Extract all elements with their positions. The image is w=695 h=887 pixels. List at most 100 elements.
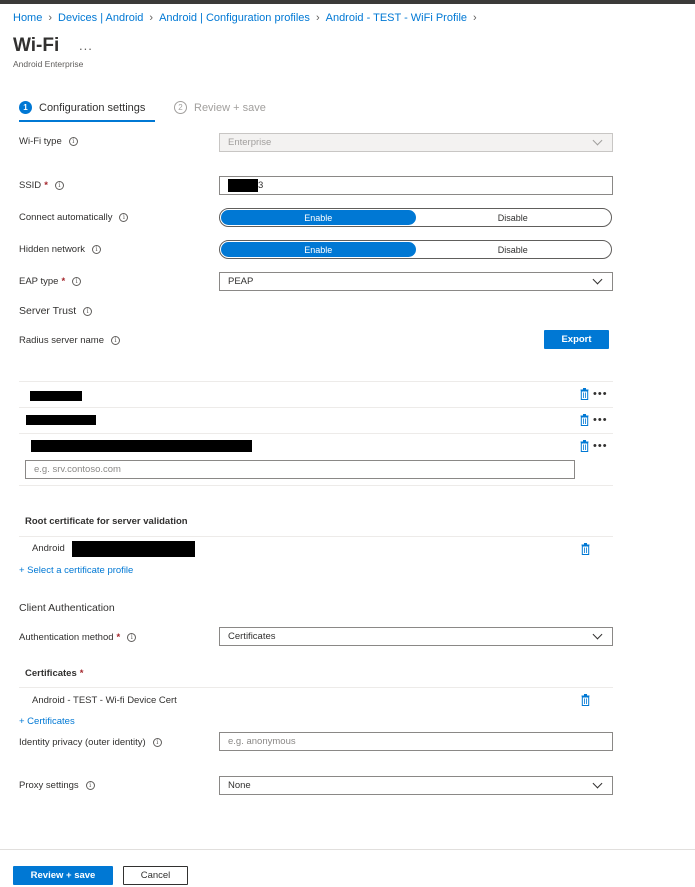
row-actions: ••• [580,414,608,426]
page-title: Wi-Fi [13,35,60,56]
cancel-button[interactable]: Cancel [123,866,188,885]
chevron-down-icon [592,274,603,285]
list-item: ••• [19,434,613,459]
certificates-heading: Certificates * [25,668,83,679]
info-icon[interactable]: i [119,213,129,222]
breadcrumb-home[interactable]: Home [13,12,42,24]
export-button[interactable]: Export [544,330,609,349]
info-icon[interactable]: i [72,277,82,286]
chevron-right-icon: › [149,12,154,24]
info-icon[interactable]: i [127,633,137,642]
step-number: 2 [174,101,187,114]
review-save-button[interactable]: Review + save [13,866,113,885]
wifi-type-value: Enterprise [228,137,272,148]
info-icon[interactable]: i [92,245,102,254]
eap-type-label-text: EAP type [19,276,59,287]
ssid-input[interactable]: 3 [219,176,613,195]
info-icon[interactable]: i [85,781,95,790]
step-label: Review + save [194,101,266,114]
redacted-text [30,391,82,401]
ssid-value: 3 [258,180,264,191]
step-review-save[interactable]: 2 Review + save [174,101,266,114]
more-icon[interactable]: ••• [593,440,608,452]
more-icon[interactable]: ••• [593,388,608,400]
enable-option[interactable]: Enable [221,242,416,257]
disable-option[interactable]: Disable [416,242,611,257]
info-icon[interactable]: i [83,306,93,316]
identity-privacy-label-text: Identity privacy (outer identity) [19,737,146,748]
radius-server-input[interactable]: e.g. srv.contoso.com [25,460,575,479]
proxy-settings-select[interactable]: None [219,776,613,795]
radius-server-placeholder: e.g. srv.contoso.com [34,464,121,475]
breadcrumb-config-profiles[interactable]: Android | Configuration profiles [159,12,310,24]
breadcrumb: Home › Devices | Android › Android | Configu… [13,12,483,24]
trash-icon[interactable] [580,388,589,400]
breadcrumb-wifi-profile[interactable]: Android - TEST - WiFi Profile [326,12,467,24]
radius-server-name-label-text: Radius server name [19,335,105,346]
chevron-right-icon: › [48,12,53,24]
add-certificates-link[interactable]: + Certificates [19,716,75,727]
client-authentication-heading: Client Authentication [19,602,115,614]
more-icon[interactable]: ... [79,38,93,53]
active-step-indicator [19,120,155,122]
root-cert-row-label: Android [32,543,65,554]
row-actions: ••• [580,440,608,452]
server-trust-text: Server Trust [19,305,77,317]
identity-privacy-label: Identity privacy (outer identity) i [19,737,162,748]
wifi-type-label-text: Wi-Fi type [19,136,62,147]
enable-option[interactable]: Enable [221,210,416,225]
divider [19,485,613,486]
table-row: Android [19,537,613,563]
hidden-network-toggle[interactable]: Enable Disable [219,240,612,259]
breadcrumb-devices-android[interactable]: Devices | Android [58,12,143,24]
redacted-text [31,440,252,452]
proxy-settings-label: Proxy settings i [19,780,95,791]
info-icon[interactable]: i [68,137,78,146]
hidden-network-label: Hidden network i [19,244,102,255]
connect-automatically-label: Connect automatically i [19,212,129,223]
ssid-label-text: SSID [19,180,42,191]
chevron-right-icon: › [315,12,320,24]
trash-icon[interactable] [581,543,695,555]
authentication-method-label: Authentication method * i [19,632,137,643]
eap-type-label: EAP type * i [19,276,82,287]
info-icon[interactable]: i [111,336,121,345]
radius-server-name-label: Radius server name i [19,335,121,346]
row-actions: ••• [580,388,608,400]
authentication-method-select[interactable]: Certificates [219,627,613,646]
wifi-type-label: Wi-Fi type i [19,136,78,147]
hidden-network-label-text: Hidden network [19,244,86,255]
server-trust-heading: Server Trust i [19,305,93,317]
authentication-method-value: Certificates [228,631,276,642]
eap-type-value: PEAP [228,276,254,287]
disable-option[interactable]: Disable [416,210,611,225]
info-icon[interactable]: i [152,738,162,747]
trash-icon[interactable] [580,414,589,426]
redacted-text [72,541,195,557]
table-row: Android - TEST - Wi-fi Device Cert [19,688,613,713]
required-marker: * [44,180,48,191]
certificate-row-label: Android - TEST - Wi-fi Device Cert [32,695,177,706]
wifi-type-select: Enterprise [219,133,613,152]
eap-type-select[interactable]: PEAP [219,272,613,291]
required-marker: * [116,632,121,643]
proxy-settings-label-text: Proxy settings [19,780,79,791]
footer-divider [0,849,695,850]
chevron-down-icon [592,778,603,789]
connect-automatically-label-text: Connect automatically [19,212,113,223]
list-item: ••• [19,382,613,407]
trash-icon[interactable] [580,440,589,452]
connect-automatically-toggle[interactable]: Enable Disable [219,208,612,227]
trash-icon[interactable] [581,694,695,706]
list-item: ••• [19,408,613,433]
more-icon[interactable]: ••• [593,414,608,426]
chevron-right-icon: › [473,12,477,24]
step-number: 1 [19,101,32,114]
step-configuration-settings[interactable]: 1 Configuration settings [19,101,145,114]
chevron-down-icon [592,629,603,640]
identity-privacy-input[interactable]: e.g. anonymous [219,732,613,751]
certificates-heading-text: Certificates [25,668,77,679]
required-marker: * [61,276,66,287]
info-icon[interactable]: i [54,181,64,190]
select-certificate-profile-link[interactable]: + Select a certificate profile [19,565,133,576]
